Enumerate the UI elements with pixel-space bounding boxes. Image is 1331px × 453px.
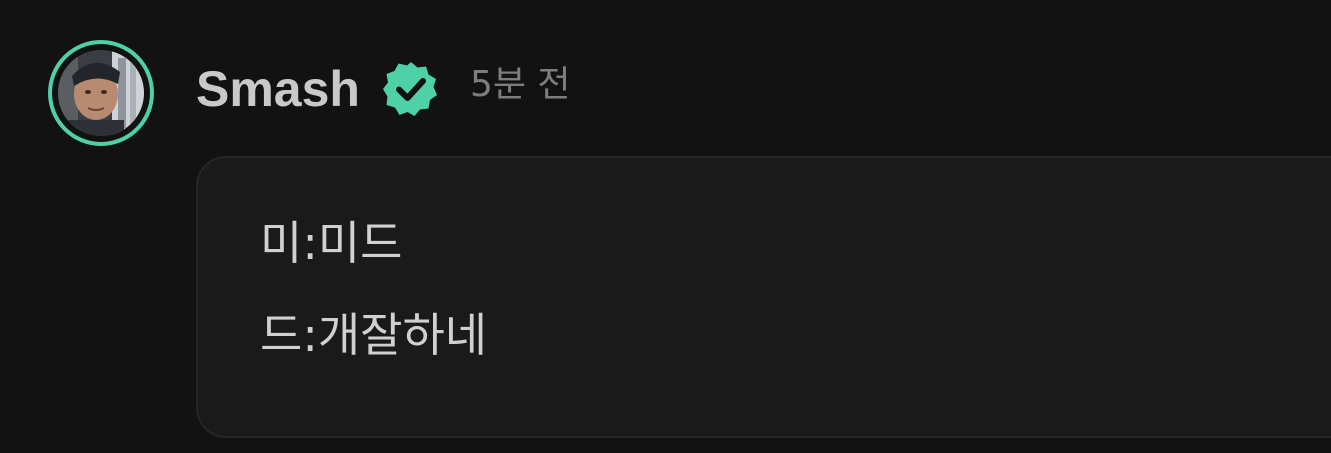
comment-line: 드:개잘하네 bbox=[260, 308, 488, 362]
verified-badge-icon bbox=[382, 60, 440, 118]
comment-line: 미:미드 bbox=[260, 216, 403, 270]
avatar[interactable] bbox=[48, 40, 154, 146]
avatar-image bbox=[58, 50, 144, 136]
comment-bubble: 미:미드 드:개잘하네 bbox=[196, 156, 1331, 438]
comment-header: Smash 5분 전 bbox=[196, 58, 571, 120]
comment-text: 미:미드 드:개잘하네 bbox=[260, 214, 487, 364]
comment-item: Smash 5분 전 미:미드 드:개잘하네 bbox=[0, 0, 1331, 453]
username[interactable]: Smash bbox=[196, 58, 360, 120]
timestamp[interactable]: 5분 전 bbox=[470, 54, 571, 116]
